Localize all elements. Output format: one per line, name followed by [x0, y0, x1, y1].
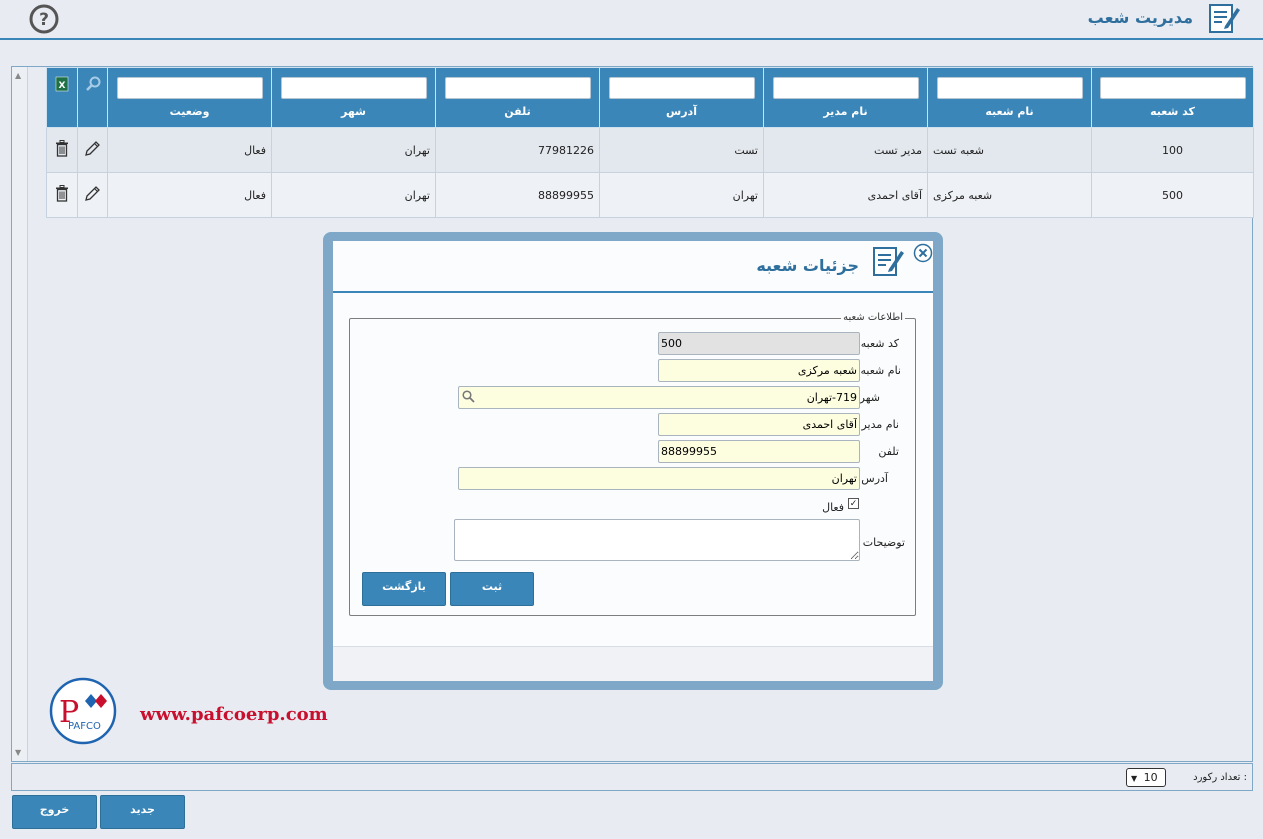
excel-icon[interactable]: X	[55, 76, 69, 95]
column-header-code: کد شعبه	[1091, 67, 1254, 128]
notes-label: توضیحات	[862, 536, 905, 549]
trash-icon[interactable]	[55, 185, 69, 205]
address-label: آدرس	[861, 472, 888, 485]
column-header-status: وضعیت	[107, 67, 272, 128]
name-label: نام شعبه	[860, 364, 901, 377]
help-icon[interactable]: ?	[28, 3, 60, 38]
edit-cell	[77, 172, 108, 218]
chevron-down-icon: ▼	[1131, 774, 1138, 783]
branch-details-dialog: جزئیات شعبه اطلاعات شعبه کد شعبه نام شعب…	[323, 232, 943, 690]
edit-document-icon	[871, 244, 907, 281]
cell-name: شعبه مرکزی	[927, 172, 1092, 218]
active-label: فعال	[822, 501, 844, 514]
cell-city: تهران	[271, 127, 436, 173]
new-button[interactable]: جدید	[100, 795, 185, 829]
city-field[interactable]	[458, 386, 860, 409]
column-header-manager: نام مدیر	[763, 67, 928, 128]
address-field[interactable]	[458, 467, 860, 490]
manager-label: نام مدیر	[861, 418, 899, 431]
cell-code: 500	[1091, 172, 1254, 218]
cell-phone: 77981226	[435, 127, 600, 173]
dialog-title: جزئیات شعبه	[756, 256, 859, 275]
search-icon[interactable]	[85, 76, 101, 95]
manager-field[interactable]	[658, 413, 860, 436]
svg-text:?: ?	[39, 10, 49, 30]
dialog-body: جزئیات شعبه اطلاعات شعبه کد شعبه نام شعب…	[333, 241, 933, 681]
cell-manager: آقای احمدی	[763, 172, 928, 218]
filter-input-status[interactable]	[116, 77, 263, 99]
branch-info-fieldset: اطلاعات شعبه کد شعبه نام شعبه شهر نام مد…	[349, 312, 916, 616]
pafco-logo: P PAFCO	[49, 677, 117, 748]
dialog-header: جزئیات شعبه	[333, 241, 933, 293]
page-title: مدیریت شعب	[1087, 8, 1193, 27]
delete-cell	[46, 172, 78, 218]
record-count-label: تعداد رکورد :	[1193, 772, 1247, 783]
svg-text:PAFCO: PAFCO	[68, 721, 101, 732]
exit-button[interactable]: خروج	[12, 795, 97, 829]
phone-label: تلفن	[878, 445, 899, 458]
name-field[interactable]	[658, 359, 860, 382]
table-row[interactable]: فعال تهران 77981226 تست مدیر تست شعبه تس…	[46, 127, 1254, 173]
cell-phone: 88899955	[435, 172, 600, 218]
code-field	[658, 332, 860, 355]
scroll-down-arrow-icon[interactable]: ▼	[15, 748, 21, 757]
svg-text:X: X	[59, 81, 66, 91]
filter-input-city[interactable]	[280, 77, 427, 99]
cell-status: فعال	[107, 172, 272, 218]
code-label: کد شعبه	[860, 337, 899, 350]
delete-cell	[46, 127, 78, 173]
cell-address: تهران	[599, 172, 764, 218]
column-header-city: شهر	[271, 67, 436, 128]
column-header-address: آدرس	[599, 67, 764, 128]
cell-code: 100	[1091, 127, 1254, 173]
filter-input-phone[interactable]	[444, 77, 591, 99]
pagination-bar: تعداد رکورد : ▼ 10	[11, 763, 1253, 791]
cell-name: شعبه تست	[927, 127, 1092, 173]
edit-cell	[77, 127, 108, 173]
website-link[interactable]: www.pafcoerp.com	[140, 704, 328, 725]
search-icon[interactable]	[462, 390, 475, 406]
excel-export-header: X	[46, 67, 78, 128]
scroll-up-arrow-icon[interactable]: ▲	[15, 71, 21, 80]
record-count-select[interactable]: ▼ 10	[1126, 768, 1166, 787]
pencil-icon[interactable]	[84, 141, 101, 160]
cell-address: تست	[599, 127, 764, 173]
column-header-phone: تلفن	[435, 67, 600, 128]
pencil-icon[interactable]	[84, 186, 101, 205]
filter-input-manager[interactable]	[772, 77, 919, 99]
branches-table: X وضعیت شهر تلفن آدرس نام مدیر نام شعبه …	[46, 67, 1254, 218]
edit-document-icon	[1207, 2, 1241, 37]
notes-textarea[interactable]	[454, 519, 860, 561]
phone-field[interactable]	[658, 440, 860, 463]
close-icon[interactable]	[913, 243, 933, 266]
filter-input-name[interactable]	[936, 77, 1083, 99]
city-label: شهر	[859, 391, 880, 404]
submit-button[interactable]: ثبت	[450, 572, 534, 606]
trash-icon[interactable]	[55, 140, 69, 160]
active-checkbox[interactable]: ✓	[848, 498, 859, 509]
cell-status: فعال	[107, 127, 272, 173]
table-row[interactable]: فعال تهران 88899955 تهران آقای احمدی شعب…	[46, 172, 1254, 218]
vertical-scrollbar[interactable]: ▲ ▼	[12, 67, 28, 761]
search-header	[77, 67, 108, 128]
back-button[interactable]: بازگشت	[362, 572, 446, 606]
column-header-name: نام شعبه	[927, 67, 1092, 128]
city-lookup	[458, 386, 860, 409]
page-header: ? مدیریت شعب	[0, 0, 1263, 40]
dialog-footer	[333, 646, 933, 681]
table-header-row: X وضعیت شهر تلفن آدرس نام مدیر نام شعبه …	[46, 67, 1254, 128]
cell-city: تهران	[271, 172, 436, 218]
fieldset-legend: اطلاعات شعبه	[841, 312, 905, 323]
filter-input-code[interactable]	[1099, 77, 1246, 99]
filter-input-address[interactable]	[608, 77, 755, 99]
cell-manager: مدیر تست	[763, 127, 928, 173]
